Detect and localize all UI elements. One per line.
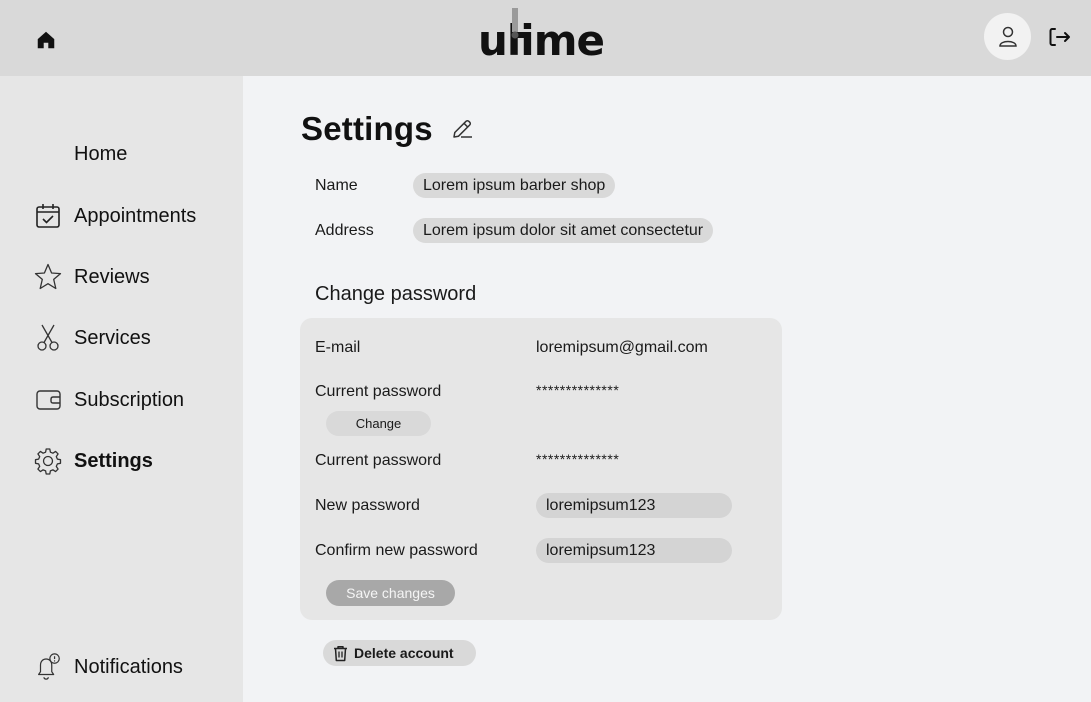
top-bar: ulime xyxy=(0,0,1091,76)
new-password-label: New password xyxy=(315,497,420,514)
email-label: E-mail xyxy=(315,339,361,356)
gear-icon xyxy=(33,446,63,476)
delete-account-button[interactable]: Delete account xyxy=(323,640,476,666)
name-field[interactable]: Lorem ipsum barber shop xyxy=(413,173,616,198)
change-password-title: Change password xyxy=(315,283,477,305)
logout-icon xyxy=(1049,28,1070,46)
sidebar-item-reviews[interactable]: Reviews xyxy=(33,261,150,293)
sidebar-item-label: Settings xyxy=(74,449,153,472)
logout-button[interactable] xyxy=(1046,24,1074,50)
change-password-card: E-mail loremipsum@gmail.com Current pass… xyxy=(300,318,782,620)
title-row: Settings xyxy=(301,110,475,148)
current-password-field[interactable]: ************** xyxy=(536,451,619,467)
address-field[interactable]: Lorem ipsum dolor sit amet consectetur xyxy=(413,218,714,243)
sidebar-item-settings[interactable]: Settings xyxy=(33,445,153,477)
user-icon xyxy=(998,26,1017,47)
pencil-icon xyxy=(453,119,472,138)
home-icon xyxy=(37,31,55,49)
sidebar-item-label: Home xyxy=(74,142,128,165)
bell-icon xyxy=(33,652,63,682)
sidebar: Home Appointments Reviews Services Subsc… xyxy=(0,76,243,702)
page-title: Settings xyxy=(301,110,433,147)
confirm-password-label: Confirm new password xyxy=(315,542,478,559)
home-button[interactable] xyxy=(33,27,59,53)
logo-clock-hand xyxy=(511,8,528,39)
sidebar-item-label: Subscription xyxy=(74,388,185,411)
sidebar-item-label: Reviews xyxy=(74,265,150,288)
delete-account-label: Delete account xyxy=(354,645,454,661)
current-password-label: Current password xyxy=(315,383,442,400)
settings-panel: Settings Name Lorem ipsum barber shop Ad… xyxy=(243,76,1091,702)
trash-icon xyxy=(334,645,347,661)
logo-text: ulime xyxy=(478,16,605,65)
edit-button[interactable] xyxy=(449,116,475,142)
save-changes-button[interactable]: Save changes xyxy=(326,580,455,606)
app-logo[interactable]: ulime xyxy=(478,6,618,68)
calendar-check-icon xyxy=(33,201,63,231)
current-password-label-2: Current password xyxy=(315,452,442,469)
star-icon xyxy=(33,262,63,292)
sidebar-item-label: Appointments xyxy=(74,204,197,227)
address-label: Address xyxy=(315,222,374,239)
sidebar-item-services[interactable]: Services xyxy=(33,322,151,354)
sidebar-item-label: Services xyxy=(74,326,151,349)
sidebar-item-appointments[interactable]: Appointments xyxy=(33,200,196,232)
profile-button[interactable] xyxy=(984,13,1031,60)
scissors-icon xyxy=(33,323,63,353)
sidebar-item-subscription[interactable]: Subscription xyxy=(33,384,184,416)
wallet-icon xyxy=(33,385,63,415)
new-password-input[interactable] xyxy=(536,493,732,518)
confirm-password-input[interactable] xyxy=(536,538,732,563)
sidebar-item-notifications[interactable]: Notifications xyxy=(33,651,183,683)
change-password-button[interactable]: Change xyxy=(326,411,431,436)
email-value: loremipsum@gmail.com xyxy=(536,339,708,356)
current-password-value: ************** xyxy=(536,382,620,398)
sidebar-item-label: Notifications xyxy=(74,655,183,678)
name-label: Name xyxy=(315,177,358,194)
